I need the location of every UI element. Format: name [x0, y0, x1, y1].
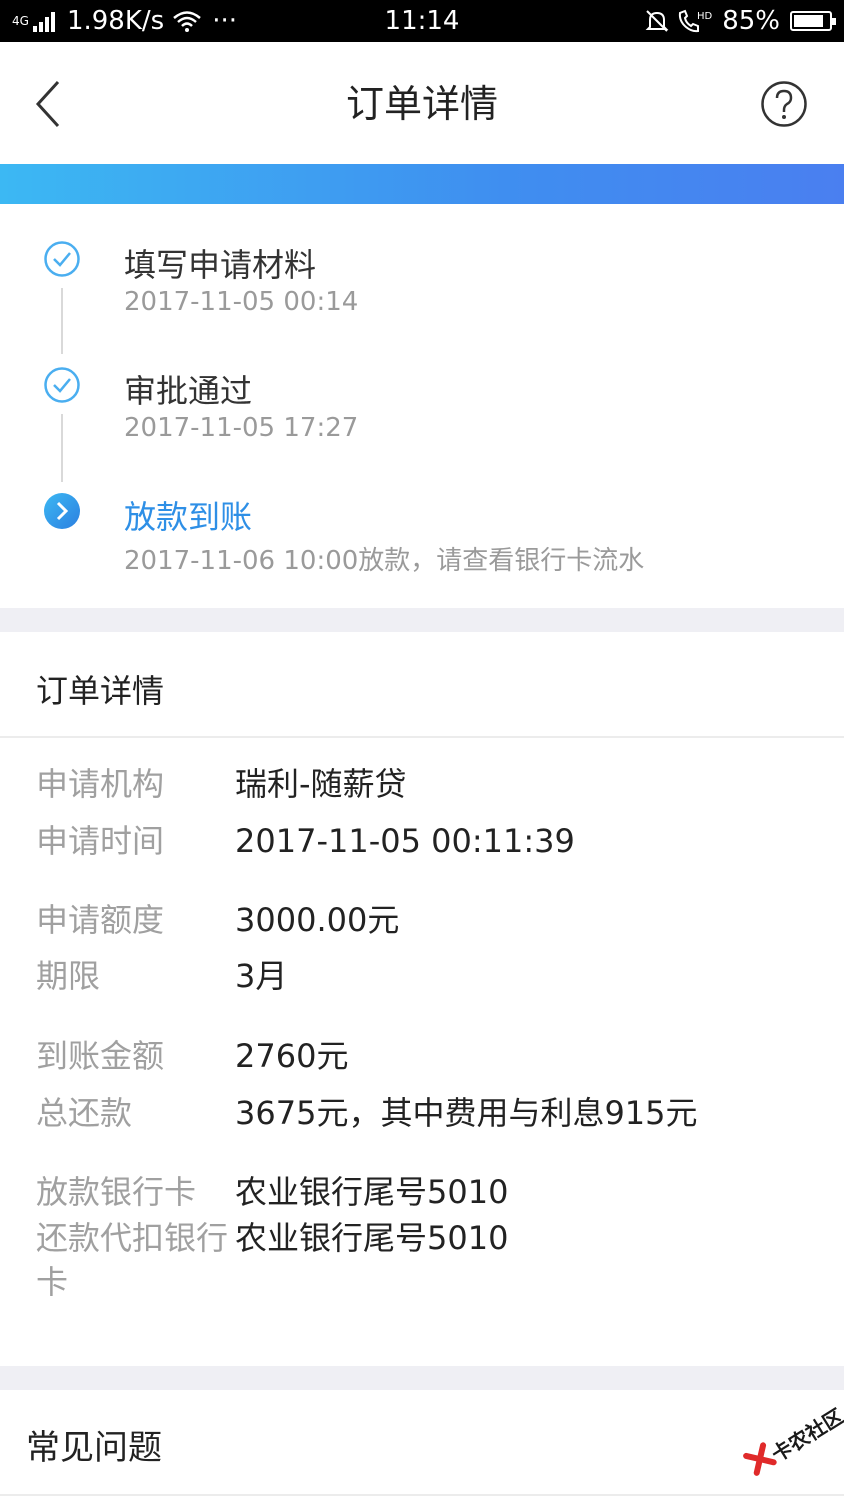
step-label: 审批通过 [124, 372, 253, 410]
detail-value: 2017-11-05 00:11:39 [235, 822, 575, 860]
faq-row[interactable]: 常见问题 [0, 1390, 844, 1500]
detail-key: 到账金额 [36, 1037, 165, 1075]
detail-value: 3000.00元 [235, 901, 400, 939]
battery-icon [790, 11, 836, 31]
help-icon[interactable] [760, 80, 808, 128]
page-title: 订单详情 [345, 82, 498, 126]
detail-value: 农业银行尾号5010 [235, 1173, 509, 1211]
section-gap [0, 608, 844, 632]
step-time: 2017-11-05 00:14 [124, 287, 359, 317]
detail-key: 申请额度 [36, 901, 165, 939]
step-time: 2017-11-05 17:27 [124, 413, 359, 443]
header-gradient-bar [0, 164, 844, 204]
detail-key: 总还款 [36, 1094, 133, 1132]
nav-bar: 订单详情 [0, 42, 844, 164]
mute-bell-icon [645, 10, 669, 32]
detail-value: 瑞利-随薪贷 [235, 765, 407, 803]
step-label: 填写申请材料 [124, 246, 317, 284]
step-time: 2017-11-06 10:00放款，请查看银行卡流水 [124, 546, 645, 576]
detail-key: 还款代扣银行卡 [36, 1219, 229, 1301]
hd-call-icon: HD [679, 9, 713, 33]
status-right: HD 85% [644, 0, 836, 42]
detail-key: 申请时间 [36, 822, 165, 860]
watermark-text: 卡农社区 [767, 1403, 844, 1467]
status-bar: 4G 1.98K/s ··· 11:14 HD 85% [0, 0, 844, 42]
detail-value: 2760元 [235, 1037, 349, 1075]
section-heading: 订单详情 [36, 672, 165, 710]
svg-text:HD: HD [697, 11, 713, 22]
progress-timeline: 填写申请材料 2017-11-05 00:14 审批通过 2017-11-05 … [0, 204, 844, 608]
timeline-connector [61, 414, 63, 482]
detail-value: 3月 [235, 957, 288, 995]
detail-value: 农业银行尾号5010 [235, 1219, 509, 1257]
section-gap [0, 1366, 844, 1390]
step-label: 放款到账 [124, 498, 253, 536]
timeline-connector [61, 288, 63, 354]
detail-key: 期限 [36, 957, 101, 995]
chevron-right-circle-icon [44, 493, 80, 529]
order-details-section: 订单详情 申请机构 瑞利-随薪贷 申请时间 2017-11-05 00:11:3… [0, 632, 844, 1366]
check-circle-icon [44, 241, 80, 277]
divider [0, 1494, 844, 1496]
check-circle-icon [44, 367, 80, 403]
detail-value: 3675元，其中费用与利息915元 [235, 1094, 698, 1132]
battery-percent: 85% [722, 6, 780, 36]
divider [0, 736, 844, 738]
faq-label: 常见问题 [26, 1428, 162, 1468]
detail-key: 申请机构 [36, 765, 165, 803]
detail-key: 放款银行卡 [36, 1173, 197, 1211]
